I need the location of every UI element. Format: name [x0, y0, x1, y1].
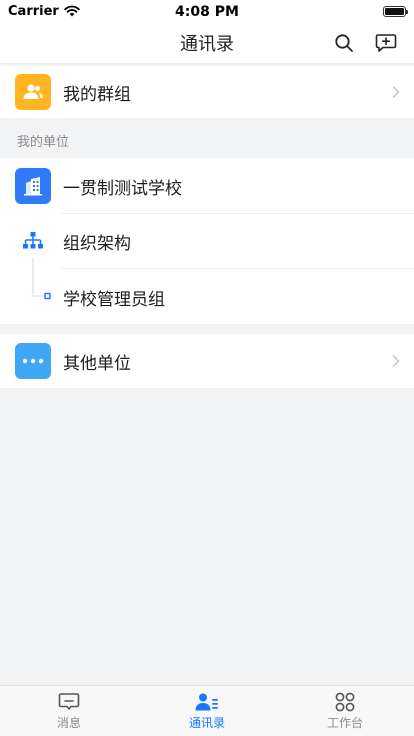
divider [62, 268, 414, 269]
status-bar: Carrier 4:08 PM [0, 0, 414, 22]
tab-bar: 消息 通讯录 工作台 [0, 685, 414, 736]
school-row[interactable]: 一贯制测试学校 [0, 160, 414, 212]
add-message-icon [375, 34, 397, 52]
admin-group-row[interactable]: 学校管理员组 [0, 270, 414, 324]
building-icon [15, 168, 51, 204]
tab-messages[interactable]: 消息 [0, 686, 138, 736]
other-units-label: 其他单位 [63, 353, 131, 374]
tab-contacts[interactable]: 通讯录 [138, 686, 276, 736]
tab-label: 消息 [56, 716, 81, 730]
add-chat-button[interactable] [374, 31, 398, 55]
tab-workbench[interactable]: 工作台 [276, 686, 414, 736]
battery-icon [383, 5, 408, 17]
school-name: 一贯制测试学校 [63, 178, 182, 199]
admin-group-label: 学校管理员组 [63, 289, 165, 310]
tab-label: 通讯录 [188, 716, 225, 730]
search-button[interactable] [332, 31, 356, 55]
org-structure-row[interactable]: 组织架构 [0, 214, 414, 268]
nav-bar: 通讯录 [0, 22, 414, 64]
more-dots-icon [15, 343, 51, 379]
chevron-right-icon [392, 355, 400, 367]
nav-actions [332, 31, 398, 55]
my-groups-label: 我的群组 [63, 84, 131, 105]
org-structure-label: 组织架构 [63, 233, 131, 254]
status-time: 4:08 PM [175, 4, 239, 20]
search-icon [335, 34, 353, 52]
contacts-icon [195, 693, 218, 711]
my-groups-row[interactable]: 我的群组 [0, 66, 414, 118]
org-chart-icon [15, 223, 51, 259]
tab-label: 工作台 [326, 716, 363, 730]
section-header-my-units: 我的单位 [17, 134, 70, 150]
group-icon [15, 74, 51, 110]
chevron-right-icon [392, 86, 400, 98]
other-units-row[interactable]: 其他单位 [0, 334, 414, 388]
message-icon [58, 693, 80, 710]
workbench-icon [335, 692, 355, 712]
page-title: 通讯录 [180, 33, 234, 55]
